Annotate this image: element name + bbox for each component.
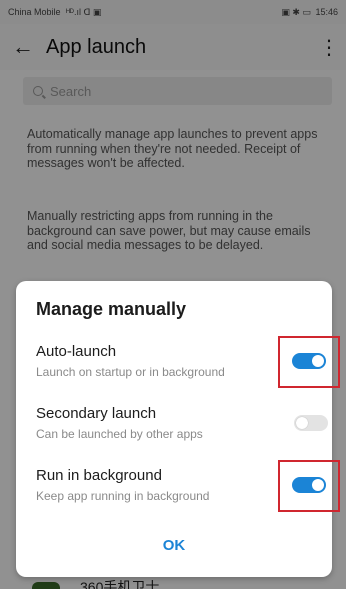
secondary-launch-label: Secondary launch <box>36 405 157 422</box>
secondary-launch-row[interactable]: Secondary launch Can be launched by othe… <box>16 401 332 457</box>
auto-launch-row[interactable]: Auto-launch Launch on startup or in back… <box>16 336 340 395</box>
toggle-knob <box>312 355 324 367</box>
run-in-background-row[interactable]: Run in background Keep app running in ba… <box>16 460 340 519</box>
run-in-background-toggle[interactable] <box>292 477 326 493</box>
secondary-launch-sublabel: Can be launched by other apps <box>36 427 203 441</box>
auto-launch-sublabel: Launch on startup or in background <box>36 365 225 379</box>
toggle-knob <box>296 417 308 429</box>
run-in-background-sublabel: Keep app running in background <box>36 489 210 503</box>
manage-manually-dialog: Manage manually Auto-launch Launch on st… <box>16 281 340 577</box>
auto-launch-label: Auto-launch <box>36 343 117 360</box>
dialog-title: Manage manually <box>36 299 187 319</box>
run-in-background-label: Run in background <box>36 467 162 484</box>
toggle-knob <box>312 479 324 491</box>
secondary-launch-toggle[interactable] <box>294 415 328 431</box>
auto-launch-toggle[interactable] <box>292 353 326 369</box>
ok-button[interactable]: OK <box>16 529 332 563</box>
